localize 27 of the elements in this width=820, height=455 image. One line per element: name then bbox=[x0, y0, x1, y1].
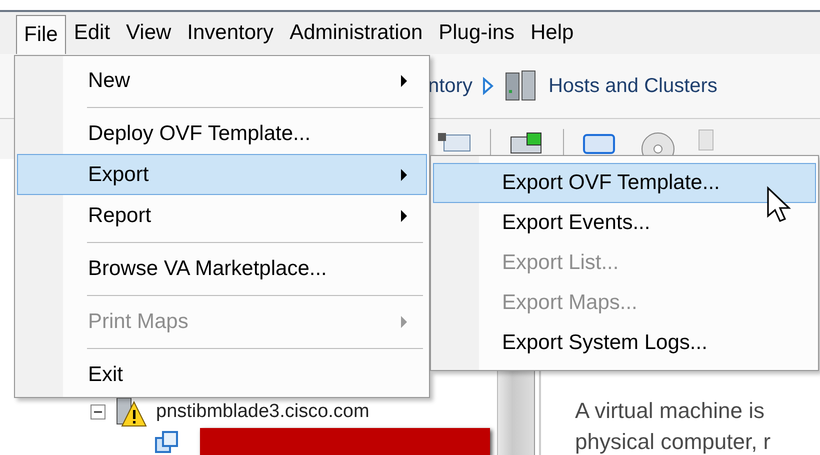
menu-bar-item[interactable]: Administration bbox=[282, 15, 431, 51]
menu-item[interactable]: Export OVF Template... bbox=[433, 163, 816, 203]
breadcrumb-link[interactable]: Hosts and Clusters bbox=[548, 74, 718, 98]
menu-bar-item[interactable]: Help bbox=[522, 15, 582, 51]
menu-bar-item[interactable]: Inventory bbox=[179, 15, 282, 51]
menu-bar-item[interactable]: View bbox=[118, 15, 180, 51]
collapse-icon[interactable] bbox=[90, 404, 106, 420]
menu-bar-item[interactable]: Plug-ins bbox=[430, 15, 522, 51]
menu-item[interactable]: New bbox=[17, 60, 427, 101]
menu-bar-item[interactable]: Edit bbox=[66, 15, 118, 51]
menu-item[interactable]: Export bbox=[17, 154, 427, 195]
server-icon bbox=[504, 70, 538, 102]
virtual-machine-icon bbox=[154, 430, 180, 454]
menu-item[interactable]: Browse VA Marketplace... bbox=[17, 248, 427, 289]
menu-item[interactable]: Report bbox=[17, 195, 427, 236]
menu-bar-item[interactable]: File bbox=[16, 15, 66, 55]
breadcrumb-arrow-icon bbox=[482, 77, 494, 95]
menu-item[interactable]: Export Events... bbox=[433, 203, 816, 243]
mouse-cursor-icon bbox=[766, 186, 792, 224]
description-text: physical computer, r bbox=[575, 428, 772, 455]
device-icon bbox=[698, 129, 714, 151]
menu-item[interactable]: Export System Logs... bbox=[433, 323, 816, 363]
menu-item[interactable]: Deploy OVF Template... bbox=[17, 113, 427, 154]
menu-item[interactable]: Exit bbox=[17, 354, 427, 395]
tree-item[interactable]: pnstibmblade3.cisco.com bbox=[156, 401, 370, 423]
breadcrumb-link[interactable]: ntory bbox=[428, 74, 472, 98]
description-text: A virtual machine is bbox=[575, 397, 766, 425]
